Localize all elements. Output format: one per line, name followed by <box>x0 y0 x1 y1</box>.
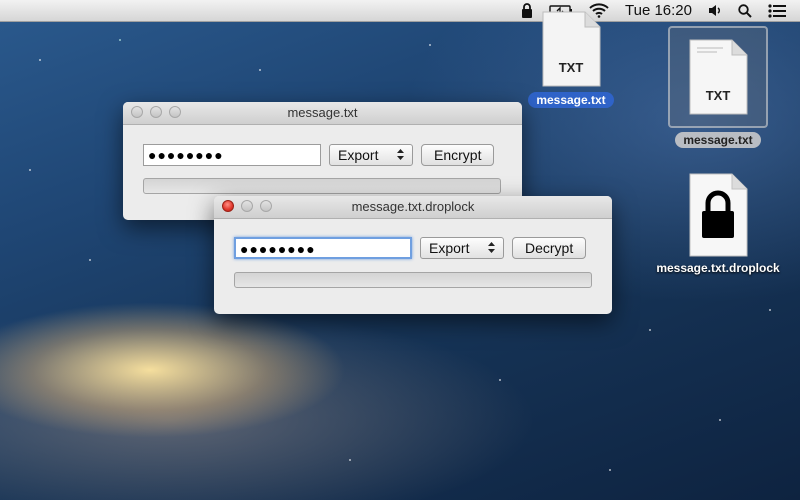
encrypt-button[interactable]: Encrypt <box>421 144 495 166</box>
password-field[interactable]: ●●●●●●●● <box>143 144 321 166</box>
desktop-icon-message-txt-2[interactable]: TXT message.txt <box>668 26 768 149</box>
export-label: Export <box>429 240 470 256</box>
desktop-icon-label: message.txt.droplock <box>656 261 780 275</box>
export-popup-button[interactable]: Export <box>329 144 413 166</box>
desktop-icon-label: message.txt <box>528 92 614 108</box>
export-label: Export <box>338 147 379 163</box>
window-title: message.txt.droplock <box>351 199 475 214</box>
desktop-icon-label: message.txt <box>675 132 761 148</box>
text-document-icon: TXT <box>540 10 602 88</box>
notification-center-icon[interactable] <box>768 0 786 22</box>
export-popup-button[interactable]: Export <box>420 237 504 259</box>
desktop-icon-message-droplock[interactable]: message.txt.droplock <box>648 172 788 277</box>
text-document-icon: TXT <box>687 38 749 116</box>
updown-arrows-icon <box>488 240 495 256</box>
icon-selection-frame: TXT <box>668 26 768 128</box>
menu-bar: Tue 16:20 <box>0 0 800 22</box>
encrypt-progress-bar <box>143 178 501 194</box>
decrypt-progress-bar <box>234 272 592 288</box>
decrypt-window: message.txt.droplock ●●●●●●●● Export Dec… <box>214 196 612 314</box>
file-type-label: TXT <box>705 88 731 103</box>
desktop-icon-message-txt-1[interactable]: TXT message.txt <box>524 10 618 109</box>
volume-icon[interactable] <box>708 0 722 22</box>
file-type-label: TXT <box>558 60 584 75</box>
encrypt-window-titlebar[interactable]: message.txt <box>123 102 522 125</box>
menu-clock[interactable]: Tue 16:20 <box>625 0 692 22</box>
window-title: message.txt <box>287 105 358 120</box>
updown-arrows-icon <box>397 147 404 163</box>
decrypt-button[interactable]: Decrypt <box>512 237 587 259</box>
encrypt-controls-row: ●●●●●●●● Export Encrypt <box>143 144 495 166</box>
encrypted-file-icon <box>687 172 749 257</box>
decrypt-window-titlebar[interactable]: message.txt.droplock <box>214 196 612 219</box>
spotlight-search-icon[interactable] <box>738 0 752 22</box>
password-field[interactable]: ●●●●●●●● <box>234 237 412 259</box>
decrypt-controls-row: ●●●●●●●● Export Decrypt <box>234 237 587 259</box>
